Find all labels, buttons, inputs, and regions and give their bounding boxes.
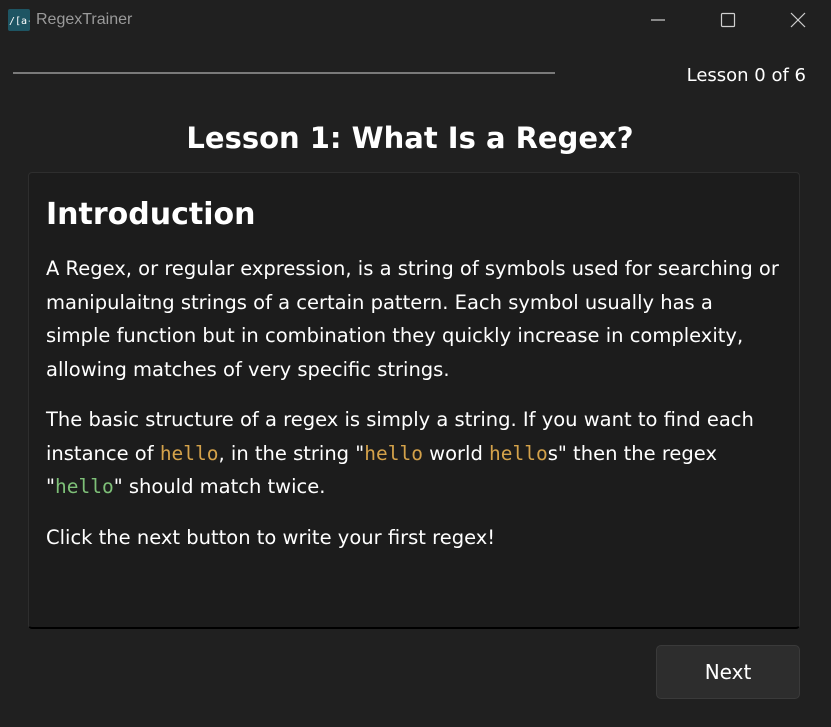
- svg-text:/[a-z]: /[a-z]: [9, 16, 30, 27]
- maximize-button[interactable]: [705, 0, 751, 40]
- code-snippet: hello: [489, 441, 548, 465]
- minimize-button[interactable]: [635, 0, 681, 40]
- close-icon: [790, 12, 806, 28]
- lesson-count: Lesson 0 of 6: [686, 65, 806, 86]
- app-window: /[a-z] RegexTrainer Lesson 0 of 6 Lesson…: [0, 0, 831, 727]
- next-button[interactable]: Next: [656, 645, 800, 699]
- instruction-paragraph: Click the next button to write your firs…: [46, 525, 496, 549]
- regex-app-icon: /[a-z]: [8, 9, 30, 31]
- window-title: RegexTrainer: [36, 11, 133, 28]
- title-bar[interactable]: /[a-z] RegexTrainer: [0, 0, 831, 40]
- intro-paragraph: A Regex, or regular expression, is a str…: [46, 257, 779, 381]
- section-heading: Introduction: [46, 197, 256, 232]
- close-button[interactable]: [775, 0, 821, 40]
- lesson-progress-bar: [13, 72, 555, 74]
- code-snippet: hello: [364, 441, 423, 465]
- structure-paragraph: The basic structure of a regex is simply…: [46, 403, 782, 504]
- paragraph-text: " should match twice.: [113, 475, 326, 498]
- maximize-icon: [720, 12, 736, 28]
- code-snippet: hello: [159, 441, 219, 465]
- paragraph-text: , in the string ": [218, 441, 365, 465]
- regex-snippet: hello: [54, 475, 114, 498]
- minimize-icon: [651, 19, 665, 21]
- lesson-title: Lesson 1: What Is a Regex?: [186, 121, 634, 155]
- lesson-content-card: Introduction A Regex, or regular express…: [28, 172, 800, 629]
- paragraph-text: world: [422, 441, 490, 465]
